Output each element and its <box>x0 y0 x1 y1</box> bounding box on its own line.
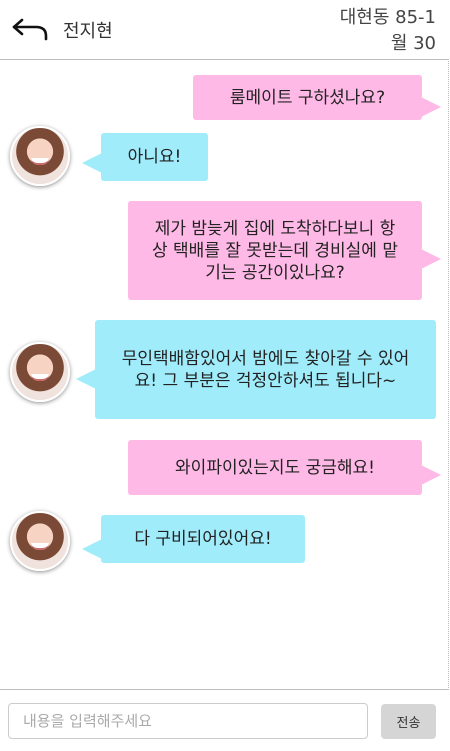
incoming-message: 아니요! <box>101 133 208 181</box>
message-text: 룸메이트 구하셨나요? <box>229 87 386 108</box>
outgoing-message: 룸메이트 구하셨나요? <box>193 75 422 120</box>
bubble-tail <box>421 97 441 117</box>
send-button[interactable]: 전송 <box>381 704 436 739</box>
bubble-tail <box>82 539 102 559</box>
outgoing-message: 제가 밤늦게 집에 도착하다보니 항상 택배를 잘 못받는데 경비실에 맡기는 … <box>128 201 422 300</box>
message-text: 무인택배함있어서 밤에도 찾아갈 수 있어요! 그 부분은 걱정안하셔도 됩니다… <box>121 348 410 391</box>
message-text: 아니요! <box>127 147 182 167</box>
room-rent: 월 30 <box>390 33 436 54</box>
chat-partner-name: 전지현 <box>63 21 113 42</box>
bubble-tail <box>421 465 441 485</box>
bubble-tail <box>82 153 102 173</box>
bubble-tail <box>421 249 441 269</box>
back-arrow-icon[interactable] <box>10 14 50 44</box>
message-text: 와이파이있는지도 궁금해요! <box>175 457 375 478</box>
avatar[interactable] <box>10 126 70 186</box>
message-input[interactable] <box>8 703 368 739</box>
incoming-message: 무인택배함있어서 밤에도 찾아갈 수 있어요! 그 부분은 걱정안하셔도 됩니다… <box>95 320 436 419</box>
bubble-tail <box>76 369 96 389</box>
message-text: 제가 밤늦게 집에 도착하다보니 항상 택배를 잘 못받는데 경비실에 맡기는 … <box>152 218 398 283</box>
avatar[interactable] <box>10 342 70 402</box>
room-info: 대현동 85-1 월 30 <box>340 5 436 57</box>
message-composer: 전송 <box>0 689 449 751</box>
avatar[interactable] <box>10 511 70 571</box>
chat-header: 전지현 대현동 85-1 월 30 <box>0 0 449 60</box>
room-address: 대현동 85-1 <box>339 7 436 28</box>
outgoing-message: 와이파이있는지도 궁금해요! <box>128 440 422 495</box>
message-text: 다 구비되어있어요! <box>134 529 272 549</box>
incoming-message: 다 구비되어있어요! <box>101 515 305 563</box>
